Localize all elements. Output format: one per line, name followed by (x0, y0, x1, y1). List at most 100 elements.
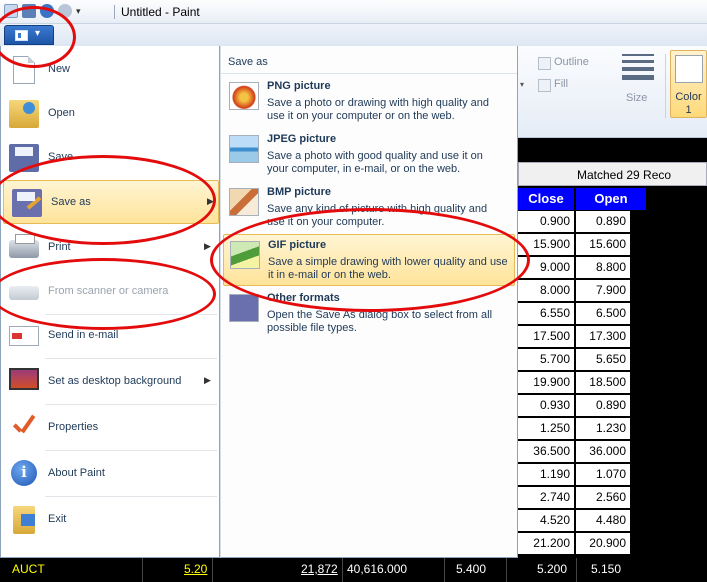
column-header-open[interactable]: Open (576, 188, 646, 210)
chevron-right-icon: ▶ (204, 241, 211, 251)
cell-close: 4.520 (518, 510, 574, 531)
cell-open: 7.900 (576, 280, 630, 301)
title-bar: ▾ Untitled - Paint (0, 0, 707, 24)
cell-close: 1.250 (518, 418, 574, 439)
cell-open: 1.230 (576, 418, 630, 439)
menu-separator (45, 450, 217, 451)
menu-item-label: Exit (48, 513, 67, 525)
title-separator (114, 5, 115, 19)
grid-line (342, 558, 343, 582)
matched-records-bar: Matched 29 Reco (518, 162, 707, 186)
color1-label-line1: Color (675, 91, 702, 103)
menu-item-properties[interactable]: Properties (1, 406, 219, 450)
save-as-header: Save as (221, 48, 517, 74)
fill-button[interactable]: Fill (537, 78, 568, 92)
table-row-auct[interactable]: AUCT 5.20 21,872 40,616.000 5.400 5.200 … (0, 558, 707, 582)
menu-item-label: Open (48, 107, 75, 119)
grid-line (212, 558, 213, 582)
bmp-picture-icon (229, 188, 259, 216)
save-as-jpeg[interactable]: JPEG picture Save a photo with good qual… (223, 129, 515, 181)
row-volume[interactable]: 21,872 (301, 562, 338, 576)
info-icon (11, 460, 37, 486)
cell-close: 19.900 (518, 372, 574, 393)
save-as-option-description: Open the Save As dialog box to select fr… (267, 309, 493, 334)
checkmark-icon (9, 414, 39, 442)
save-as-option-title: BMP picture (267, 186, 331, 198)
ribbon-panel: ▾ Outline Fill Size Color 1 (518, 46, 707, 138)
row-change: 5.400 (456, 562, 487, 576)
cell-close: 1.190 (518, 464, 574, 485)
cell-open: 5.650 (576, 349, 630, 370)
cell-open: 8.800 (576, 257, 630, 278)
cell-close: 0.930 (518, 395, 574, 416)
cell-open: 17.300 (576, 326, 630, 347)
grid-line (576, 558, 577, 582)
cell-close: 0.900 (518, 211, 574, 232)
desktop-icon (9, 368, 39, 390)
printer-icon (9, 234, 39, 258)
open-folder-icon (9, 100, 39, 128)
menu-item-open[interactable]: Open (1, 92, 219, 136)
cell-open: 0.890 (576, 395, 630, 416)
grid-line (444, 558, 445, 582)
color1-swatch (675, 55, 703, 83)
menu-item-exit[interactable]: Exit (1, 498, 219, 542)
size-icon[interactable] (622, 54, 654, 80)
save-as-option-title: PNG picture (267, 80, 331, 92)
color1-label-line2: 1 (685, 104, 692, 116)
chevron-right-icon: ▶ (204, 375, 211, 385)
png-picture-icon (229, 82, 259, 110)
cell-close: 5.700 (518, 349, 574, 370)
row-symbol[interactable]: AUCT (12, 562, 45, 576)
ribbon-tab-strip (0, 24, 707, 46)
cell-open: 36.000 (576, 441, 630, 462)
annotation-ellipse-print (0, 258, 216, 330)
other-formats-icon (229, 294, 259, 322)
cell-close: 36.500 (518, 441, 574, 462)
cell-open: 2.560 (576, 487, 630, 508)
menu-item-label: About Paint (48, 467, 105, 479)
save-as-option-description: Save a photo or drawing with high qualit… (267, 97, 489, 122)
menu-item-desktop-background[interactable]: Set as desktop background ▶ (1, 360, 219, 404)
menu-separator (45, 404, 217, 405)
menu-item-label: Send in e-mail (48, 329, 119, 341)
cell-close: 8.000 (518, 280, 574, 301)
cell-close: 17.500 (518, 326, 574, 347)
cell-open: 15.600 (576, 234, 630, 255)
size-label: Size (626, 92, 648, 104)
window-title: Untitled - Paint (121, 5, 200, 19)
row-last-price[interactable]: 5.20 (184, 562, 207, 576)
color1-button[interactable]: Color 1 (670, 50, 707, 118)
ribbon-divider (665, 54, 666, 118)
annotation-ellipse-gif-picture (210, 208, 530, 312)
jpeg-picture-icon (229, 135, 259, 163)
cell-close: 21.200 (518, 533, 574, 554)
menu-item-label: Properties (48, 421, 99, 433)
cell-close: 6.550 (518, 303, 574, 324)
cell-open: 0.890 (576, 211, 630, 232)
save-as-option-title: JPEG picture (267, 133, 337, 145)
cell-close: 2.740 (518, 487, 574, 508)
menu-item-about-paint[interactable]: About Paint (1, 452, 219, 496)
cell-open: 1.070 (576, 464, 630, 485)
matched-records-text: Matched 29 Reco (577, 168, 672, 182)
row-open: 5.150 (591, 562, 622, 576)
cell-open: 20.900 (576, 533, 630, 554)
save-as-header-text: Save as (228, 56, 268, 68)
save-as-option-description: Save a photo with good quality and use i… (267, 150, 483, 175)
save-as-png[interactable]: PNG picture Save a photo or drawing with… (223, 76, 515, 128)
customize-arrow-icon[interactable]: ▾ (76, 4, 86, 18)
menu-separator (45, 496, 217, 497)
color1-label: Color 1 (671, 91, 706, 117)
row-value: 40,616.000 (347, 562, 408, 576)
grid-line (506, 558, 507, 582)
outline-button[interactable]: Outline (538, 56, 589, 70)
cell-open: 6.500 (576, 303, 630, 324)
row-close: 5.200 (537, 562, 568, 576)
grid-line (142, 558, 143, 582)
cell-open: 18.500 (576, 372, 630, 393)
menu-item-label: Set as desktop background (48, 375, 182, 387)
cell-open: 4.480 (576, 510, 630, 531)
email-icon (9, 326, 39, 346)
column-header-close[interactable]: Close (518, 188, 574, 210)
